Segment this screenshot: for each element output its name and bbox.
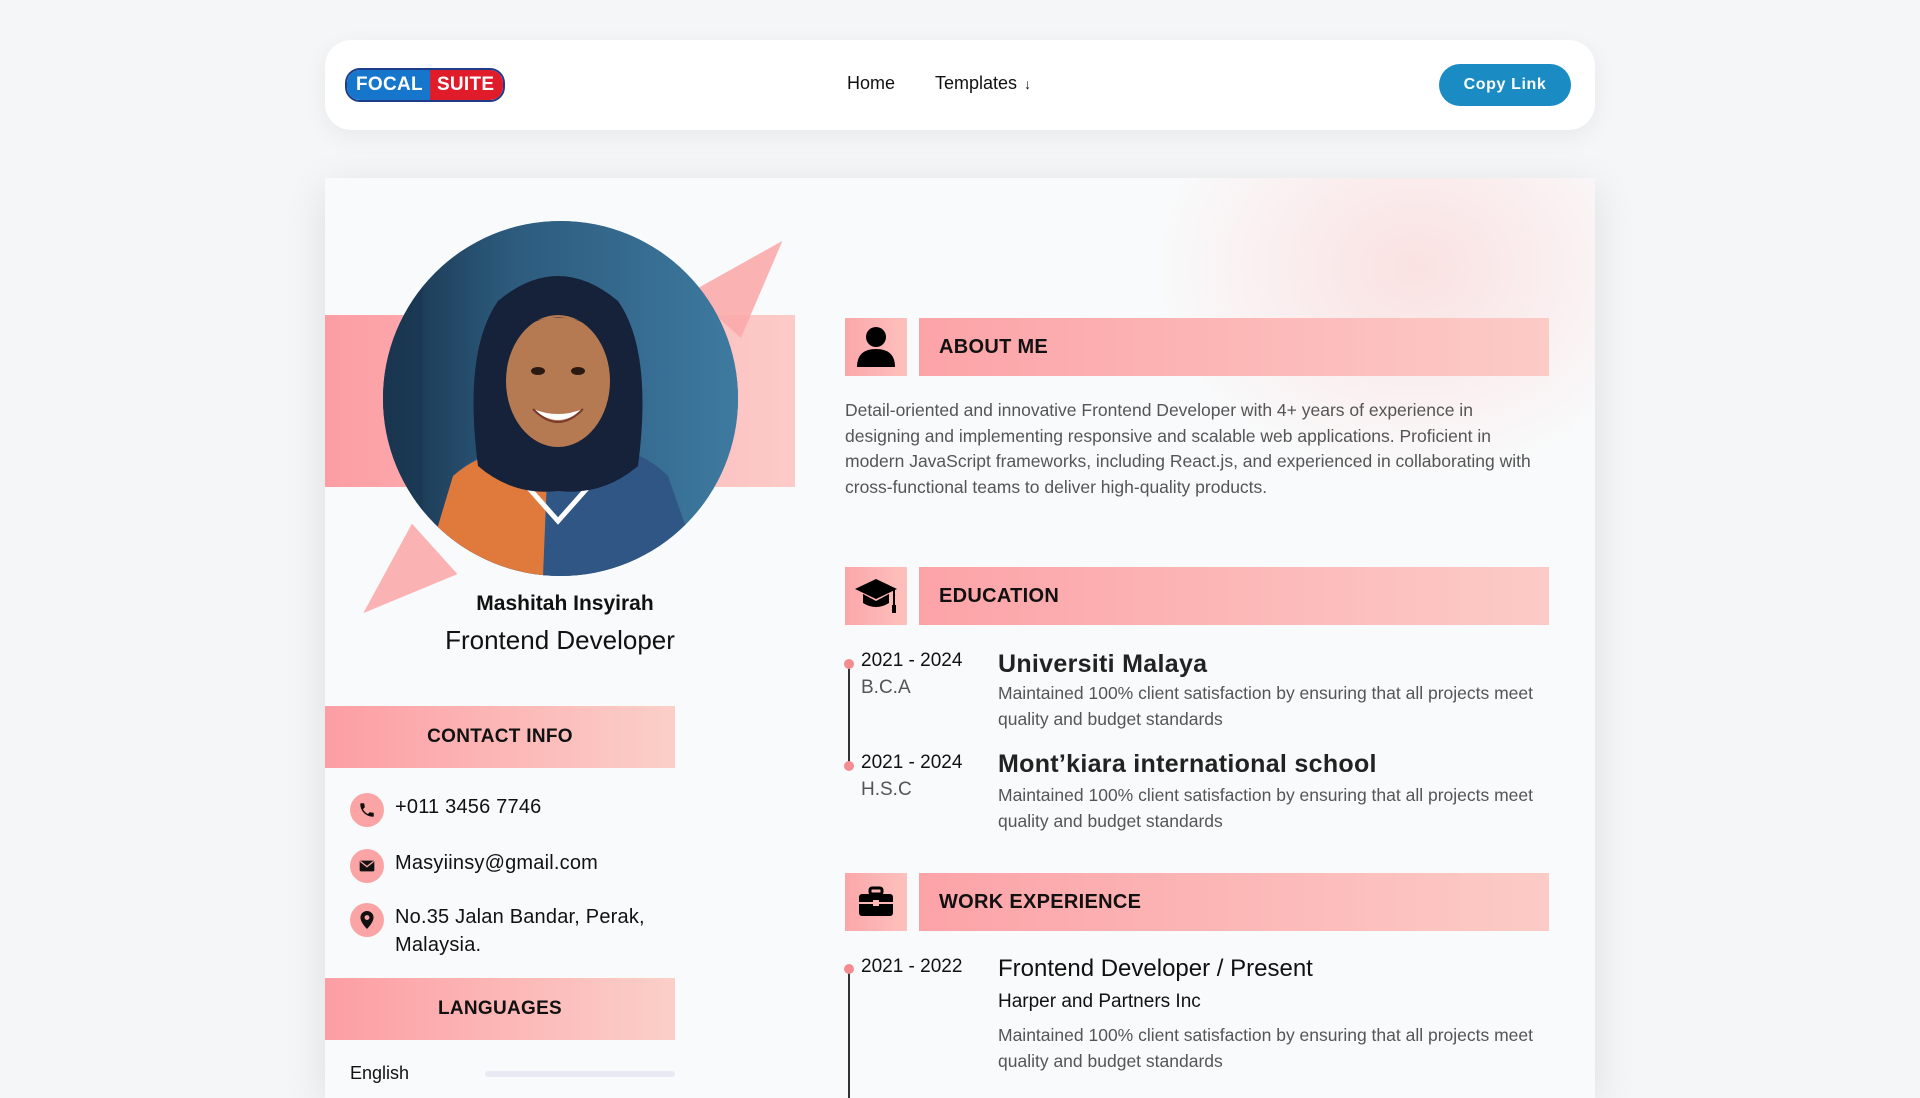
timeline-dot xyxy=(844,964,854,974)
contact-address-line1: No.35 Jalan Bandar, Perak, xyxy=(395,906,645,928)
education-item-1-years: 2021 - 2024 xyxy=(861,650,963,671)
timeline-dot xyxy=(844,761,854,771)
about-icon-box xyxy=(845,318,907,376)
education-heading: EDUCATION xyxy=(919,567,1549,625)
education-icon-box xyxy=(845,567,907,625)
logo-text-suite: SUITE xyxy=(429,70,504,100)
portrait-illustration xyxy=(383,221,738,576)
nav-link-templates[interactable]: Templates ↓ xyxy=(935,73,1031,94)
contact-phone-row: +011 3456 7746 xyxy=(350,793,541,827)
work-experience-heading: WORK EXPERIENCE xyxy=(919,873,1549,931)
language-level-bar xyxy=(485,1071,675,1077)
education-item-2-desc: Maintained 100% client satisfaction by e… xyxy=(998,785,1534,831)
timeline-dot xyxy=(844,659,854,669)
mail-icon xyxy=(350,849,384,883)
nav-link-home[interactable]: Home xyxy=(847,73,895,94)
education-item-2-years: 2021 - 2024 xyxy=(861,752,963,773)
about-me-text: Detail-oriented and innovative Frontend … xyxy=(845,400,1531,497)
nav-links: Home Templates ↓ xyxy=(847,73,1031,94)
nav-link-templates-label: Templates xyxy=(935,73,1018,93)
profile-job-title: Frontend Developer xyxy=(445,625,675,655)
phone-icon xyxy=(350,793,384,827)
work-item-1-years: 2021 - 2022 xyxy=(861,956,963,977)
user-icon xyxy=(857,327,895,367)
briefcase-icon xyxy=(859,886,893,916)
work-icon-box xyxy=(845,873,907,931)
decorative-triangle-bottom xyxy=(340,523,458,639)
contact-address-line2: Malaysia. xyxy=(395,934,482,956)
contact-address-row: No.35 Jalan Bandar, Perak, Malaysia. xyxy=(350,903,645,959)
location-pin-icon xyxy=(350,903,384,937)
top-navbar: FOCAL SUITE Home Templates ↓ Copy Link xyxy=(325,40,1595,130)
contact-info-heading: CONTACT INFO xyxy=(325,706,675,768)
about-me-heading: ABOUT ME xyxy=(919,318,1549,376)
profile-name: Mashitah Insyirah xyxy=(476,592,654,615)
contact-email-row: Masyiinsy@gmail.com xyxy=(350,849,598,883)
profile-photo xyxy=(383,221,738,576)
education-item-2-degree: H.S.C xyxy=(861,779,912,800)
education-item-1-desc: Maintained 100% client satisfaction by e… xyxy=(998,683,1534,729)
contact-address: No.35 Jalan Bandar, Perak, Malaysia. xyxy=(395,903,645,959)
work-item-1-desc: Maintained 100% client satisfaction by e… xyxy=(998,1025,1534,1071)
copy-link-button[interactable]: Copy Link xyxy=(1439,64,1571,106)
contact-phone[interactable]: +011 3456 7746 xyxy=(395,793,541,821)
education-timeline-line xyxy=(848,664,850,769)
work-item-1-company: Harper and Partners Inc xyxy=(998,991,1201,1012)
resume-card: Mashitah Insyirah Frontend Developer CON… xyxy=(325,178,1595,1098)
education-item-1-degree: B.C.A xyxy=(861,677,911,698)
focal-suite-logo[interactable]: FOCAL SUITE xyxy=(345,68,506,102)
logo-text-focal: FOCAL xyxy=(347,70,430,100)
education-item-1-school: Universiti Malaya xyxy=(998,650,1208,678)
chevron-down-icon: ↓ xyxy=(1024,76,1032,92)
graduation-cap-icon xyxy=(855,579,897,613)
contact-email[interactable]: Masyiinsy@gmail.com xyxy=(395,849,598,877)
work-timeline-line xyxy=(848,969,850,1098)
work-item-1-title: Frontend Developer / Present xyxy=(998,955,1313,982)
languages-heading: LANGUAGES xyxy=(325,978,675,1040)
language-english: English xyxy=(350,1063,410,1083)
education-item-2-school: Mont’kiara international school xyxy=(998,750,1377,778)
